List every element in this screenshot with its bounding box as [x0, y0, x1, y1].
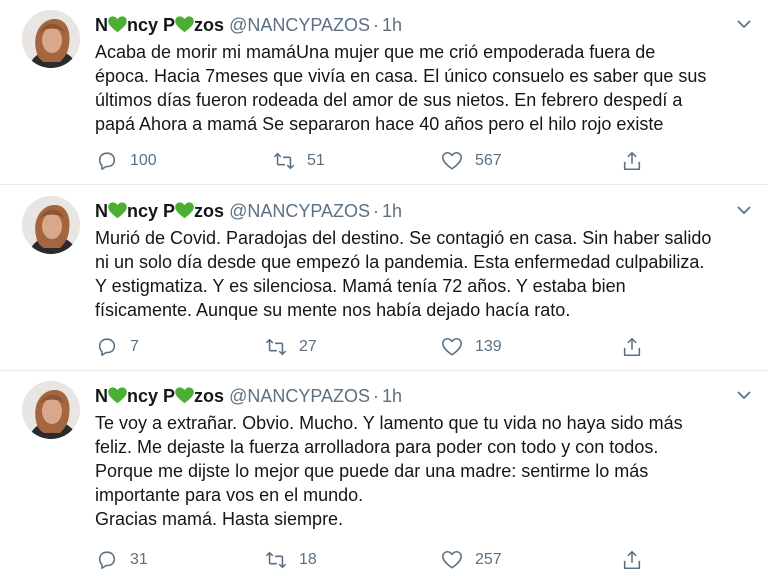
like-button[interactable]: 139: [441, 334, 502, 360]
retweet-icon: [265, 338, 287, 356]
tweet-text-line: Gracias mamá. Hasta siempre.: [95, 509, 344, 529]
tweet-text: Acaba de morir mi mamáUna mujer que me c…: [95, 40, 755, 136]
tweet-text-line: Y estigmatiza. Y es silenciosa. Mamá ten…: [95, 276, 626, 296]
tweet-text-line: físicamente. Aunque su mente nos había d…: [95, 300, 571, 320]
avatar[interactable]: [22, 196, 80, 254]
like-icon: [442, 151, 462, 170]
separator-dot: ·: [373, 201, 380, 221]
green-heart-icon: [175, 387, 194, 404]
share-button[interactable]: [621, 148, 643, 174]
display-name[interactable]: Nncy Pzos: [95, 15, 224, 35]
tweet-header: Nncy Pzos @NANCYPAZOS · 1h: [95, 385, 402, 407]
tweet-text-line: Acaba de morir mi mamáUna mujer que me c…: [95, 42, 656, 62]
retweet-button[interactable]: 51: [273, 148, 325, 174]
separator-dot: ·: [373, 386, 380, 406]
retweet-count: 18: [299, 551, 317, 568]
reply-icon: [98, 152, 116, 171]
retweet-icon: [273, 152, 295, 170]
tweet-actions: 7 27 139: [0, 334, 768, 360]
green-heart-icon: [108, 202, 127, 219]
tweet-text-line: Murió de Covid. Paradojas del destino. S…: [95, 228, 712, 248]
separator-dot: ·: [373, 15, 380, 35]
tweet-text-line: feliz. Me dejaste la fuerza arrolladora …: [95, 437, 659, 457]
display-name[interactable]: Nncy Pzos: [95, 201, 224, 221]
retweet-icon: [265, 551, 287, 569]
timestamp[interactable]: 1h: [382, 201, 402, 221]
reply-count: 7: [130, 338, 139, 355]
retweet-button[interactable]: 18: [265, 547, 317, 573]
retweet-button[interactable]: 27: [265, 334, 317, 360]
reply-button[interactable]: 7: [96, 334, 139, 360]
reply-count: 100: [130, 152, 157, 169]
tweet-text-line: importante para vos en el mundo.: [95, 485, 364, 505]
tweet-divider: [0, 184, 768, 185]
reply-count: 31: [130, 551, 148, 568]
tweet-text-line: Porque me dijste lo mejor que puede dar …: [95, 461, 649, 481]
share-button[interactable]: [621, 547, 643, 573]
reply-button[interactable]: 100: [96, 148, 157, 174]
like-button[interactable]: 567: [441, 148, 502, 174]
tweet-header: Nncy Pzos @NANCYPAZOS · 1h: [95, 14, 402, 36]
like-icon: [442, 550, 462, 569]
share-icon: [623, 337, 641, 357]
handle[interactable]: @NANCYPAZOS: [229, 386, 370, 406]
like-count: 567: [475, 152, 502, 169]
tweet-text-line: papá Ahora a mamá Se separaron hace 40 a…: [95, 114, 664, 134]
tweet-divider: [0, 370, 768, 371]
share-button[interactable]: [621, 334, 643, 360]
like-icon: [442, 337, 462, 356]
chevron-down-icon[interactable]: [736, 202, 752, 218]
tweet-text: Te voy a extrañar. Obvio. Mucho. Y lamen…: [95, 411, 755, 531]
share-icon: [623, 151, 641, 171]
green-heart-icon: [175, 202, 194, 219]
green-heart-icon: [108, 16, 127, 33]
timestamp[interactable]: 1h: [382, 15, 402, 35]
like-count: 257: [475, 551, 502, 568]
chevron-down-icon[interactable]: [736, 16, 752, 32]
timestamp[interactable]: 1h: [382, 386, 402, 406]
handle[interactable]: @NANCYPAZOS: [229, 201, 370, 221]
tweet-text: Murió de Covid. Paradojas del destino. S…: [95, 226, 755, 322]
reply-icon: [98, 551, 116, 570]
tweet-header: Nncy Pzos @NANCYPAZOS · 1h: [95, 200, 402, 222]
like-button[interactable]: 257: [441, 547, 502, 573]
display-name[interactable]: Nncy Pzos: [95, 386, 224, 406]
green-heart-icon: [175, 16, 194, 33]
share-icon: [623, 550, 641, 570]
retweet-count: 51: [307, 152, 325, 169]
tweet-text-line: ni un solo día desde que empezó la pande…: [95, 252, 705, 272]
reply-button[interactable]: 31: [96, 547, 148, 573]
chevron-down-icon[interactable]: [736, 387, 752, 403]
retweet-count: 27: [299, 338, 317, 355]
tweet-text-line: últimos días fueron rodeada del amor de …: [95, 90, 683, 110]
like-count: 139: [475, 338, 502, 355]
green-heart-icon: [108, 387, 127, 404]
avatar[interactable]: [22, 10, 80, 68]
avatar[interactable]: [22, 381, 80, 439]
tweet-text-line: Te voy a extrañar. Obvio. Mucho. Y lamen…: [95, 413, 683, 433]
tweet-actions: 100 51 567: [0, 148, 768, 174]
tweet-text-line: época. Hacia 7meses que vivía en casa. E…: [95, 66, 707, 86]
reply-icon: [98, 338, 116, 357]
tweet-actions: 31 18 257: [0, 547, 768, 573]
handle[interactable]: @NANCYPAZOS: [229, 15, 370, 35]
